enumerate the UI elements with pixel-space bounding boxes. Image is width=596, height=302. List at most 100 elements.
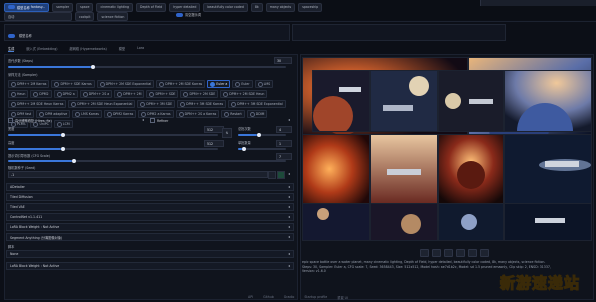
gallery-image-10[interactable] bbox=[504, 134, 592, 204]
accordion-adetailer[interactable]: ADetailer bbox=[6, 183, 294, 191]
footer-reload-link[interactable]: 重载 UI bbox=[337, 295, 348, 302]
send-img2img-icon[interactable] bbox=[456, 249, 465, 257]
clear-prompt-toggle[interactable]: 清空提示词 bbox=[176, 12, 201, 17]
sampler-option[interactable]: DPM fast bbox=[8, 110, 35, 118]
batch-count-input[interactable]: 4 bbox=[276, 126, 292, 133]
hires-caret-icon[interactable] bbox=[142, 119, 144, 121]
height-slider-knob[interactable] bbox=[60, 147, 65, 151]
footer-startup-link[interactable]: Startup profile bbox=[304, 295, 327, 302]
batch-size-knob[interactable] bbox=[241, 147, 246, 151]
footer-api-link[interactable]: API bbox=[248, 295, 253, 302]
sampler-option[interactable]: DPM2 a bbox=[53, 90, 78, 98]
sampler-option[interactable]: DDIM bbox=[246, 110, 268, 118]
folder-icon[interactable] bbox=[420, 249, 429, 257]
tab-generate[interactable]: 生成 bbox=[8, 46, 15, 52]
sampler-option[interactable]: DPM++ 3M SDE Exponential bbox=[228, 100, 286, 108]
width-input[interactable]: 512 bbox=[204, 126, 224, 133]
zip-icon[interactable] bbox=[444, 249, 453, 257]
height-input[interactable]: 512 bbox=[204, 140, 224, 147]
height-slider[interactable] bbox=[8, 147, 218, 151]
random-seed-button[interactable] bbox=[268, 171, 276, 179]
tag-9[interactable]: cockpit bbox=[75, 12, 95, 21]
tag-5[interactable]: beautifully color coded bbox=[203, 2, 248, 12]
sampler-option[interactable]: DPM adaptive bbox=[36, 110, 71, 118]
sampler-option[interactable]: DPM++ 3M SDE Karras bbox=[177, 100, 227, 108]
batch-count-slider[interactable] bbox=[238, 133, 286, 137]
tab-embedding[interactable]: 嵌入式 (Embedding) bbox=[26, 46, 57, 52]
sampler-option[interactable]: DPM2 a Karras bbox=[138, 110, 174, 118]
tag-8[interactable]: spaceship bbox=[298, 2, 323, 12]
tab-lora[interactable]: Lora bbox=[137, 46, 144, 52]
send-extras-icon[interactable] bbox=[480, 249, 489, 257]
width-slider[interactable] bbox=[8, 133, 218, 137]
prompt-toggle[interactable]: 模型名称 bbox=[8, 33, 32, 38]
window-controls[interactable] bbox=[480, 0, 596, 6]
cfg-slider[interactable] bbox=[8, 159, 286, 163]
sampler-option[interactable]: DPM++ SDE bbox=[146, 90, 179, 98]
sampler-option[interactable]: DPM++ 2M bbox=[114, 90, 145, 98]
accordion-tiled-vae[interactable]: Tiled VAE bbox=[6, 203, 294, 211]
gallery-image-5[interactable] bbox=[438, 70, 504, 132]
tag-4[interactable]: hyper detailed bbox=[169, 2, 201, 12]
send-inpaint-icon[interactable] bbox=[468, 249, 477, 257]
gallery-image-11[interactable] bbox=[302, 203, 370, 241]
tag-10[interactable]: science fiction bbox=[97, 12, 129, 21]
script-select[interactable]: None bbox=[6, 250, 294, 258]
accordion-controlnet[interactable]: ControlNet v1.1.411 bbox=[6, 213, 294, 221]
batch-size-slider[interactable] bbox=[238, 147, 286, 151]
sampler-option[interactable]: DPM++ 2M SDE Heun Exponential bbox=[68, 100, 136, 108]
accordion-lora-block-weight[interactable]: LoRA Block Weight : Not Active bbox=[6, 223, 294, 231]
tag-0[interactable]: sampler bbox=[52, 2, 74, 12]
sampler-option[interactable]: DPM++ 2M SDE bbox=[180, 90, 219, 98]
swap-dimensions-button[interactable]: ⇅ bbox=[222, 128, 232, 138]
save-icon[interactable] bbox=[432, 249, 441, 257]
tag-7[interactable]: many objects bbox=[265, 2, 296, 12]
sampler-option[interactable]: Restart bbox=[221, 110, 245, 118]
sampler-option[interactable]: LMS bbox=[254, 80, 274, 88]
seed-extra-caret-icon[interactable] bbox=[288, 173, 290, 175]
reuse-seed-button[interactable] bbox=[277, 171, 285, 179]
sampler-option[interactable]: DPM++ 2S a Karras bbox=[175, 110, 220, 118]
sampler-option[interactable]: DPM++ 2M Karras bbox=[8, 80, 50, 88]
checkpoint-select[interactable]: 模型名称 fantasy... bbox=[4, 2, 50, 12]
gallery-image-14[interactable] bbox=[504, 203, 592, 241]
footer-gradio-link[interactable]: Gradio bbox=[284, 295, 295, 302]
negative-prompt[interactable] bbox=[292, 24, 506, 41]
tag-3[interactable]: Depth of Field bbox=[136, 2, 167, 12]
sampler-option[interactable]: DPM++ 3M SDE bbox=[137, 100, 176, 108]
vae-select[interactable]: 自动 bbox=[4, 12, 72, 21]
gallery-image-7[interactable] bbox=[302, 134, 370, 204]
tab-hypernetworks[interactable]: 超网络 (Hypernetworks) bbox=[70, 46, 107, 52]
accordion-tiled-diffusion[interactable]: Tiled Diffusion bbox=[6, 193, 294, 201]
positive-prompt[interactable] bbox=[4, 24, 290, 41]
steps-input[interactable]: 30 bbox=[274, 57, 292, 64]
batch-size-input[interactable]: 1 bbox=[276, 140, 292, 147]
sampler-option[interactable]: DPM2 bbox=[30, 90, 52, 98]
cfg-input[interactable]: 7 bbox=[276, 153, 292, 160]
accordion-lora-block-weight-2[interactable]: LoRA Block Weight : Not Active bbox=[6, 262, 294, 270]
sampler-option[interactable]: LMS Karras bbox=[72, 110, 102, 118]
footer-github-link[interactable]: Github bbox=[263, 295, 274, 302]
steps-slider[interactable] bbox=[8, 65, 286, 69]
sampler-option[interactable]: DPM++ 2M SDE Karras bbox=[156, 80, 206, 88]
tab-models[interactable]: 模型 bbox=[119, 46, 125, 52]
gallery-image-13[interactable] bbox=[438, 203, 504, 241]
sampler-option[interactable]: DPM++ 2M SDE Heun bbox=[220, 90, 268, 98]
sampler-option[interactable]: Heun bbox=[8, 90, 29, 98]
gallery-image-9[interactable] bbox=[438, 134, 504, 204]
tag-6[interactable]: 8k bbox=[250, 2, 263, 12]
sampler-option[interactable]: DPM++ 2M SDE Heun Karras bbox=[8, 100, 67, 108]
gallery-image-4[interactable] bbox=[370, 70, 438, 132]
sampler-option[interactable]: Euler a bbox=[207, 80, 231, 88]
gallery-image-8[interactable] bbox=[370, 134, 438, 204]
gallery-image-12[interactable] bbox=[370, 203, 438, 241]
refiner-caret-icon[interactable] bbox=[288, 119, 290, 121]
accordion-segment-anything[interactable]: Segment Anything (分离图像对象) bbox=[6, 233, 294, 241]
cfg-slider-knob[interactable] bbox=[71, 159, 76, 163]
sampler-option[interactable]: DPM2 Karras bbox=[103, 110, 137, 118]
width-slider-knob[interactable] bbox=[60, 133, 65, 137]
sampler-option[interactable]: DPM++ 2S a bbox=[79, 90, 113, 98]
gallery-image-3[interactable] bbox=[312, 70, 370, 132]
sampler-option[interactable]: DPM++ 2M SDE Exponential bbox=[96, 80, 155, 88]
sampler-option[interactable]: DPM++ SDE Karras bbox=[51, 80, 95, 88]
